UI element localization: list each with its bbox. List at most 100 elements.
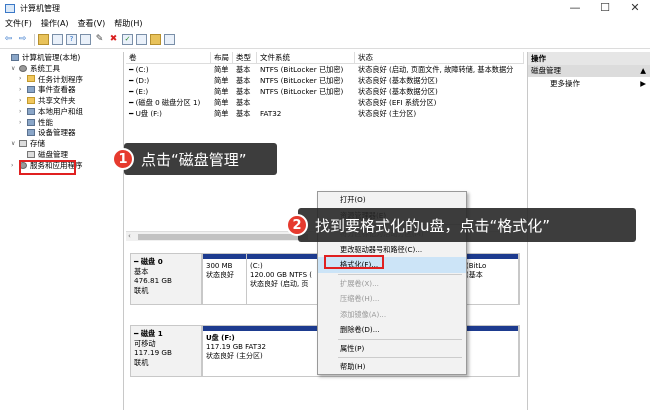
disk-size: 117.19 GB bbox=[134, 348, 172, 357]
menu-bar: 文件(F) 操作(A) 查看(V) 帮助(H) bbox=[0, 16, 650, 31]
disk-size: 476.81 GB bbox=[134, 276, 172, 285]
tree-item[interactable]: › 共享文件夹 bbox=[0, 95, 123, 106]
task-scheduler-icon bbox=[27, 75, 35, 83]
volume-cell: ━ (D:) bbox=[129, 76, 150, 85]
tree-item-label: 磁盘管理 bbox=[38, 150, 68, 160]
tree-item[interactable]: › 事件查看器 bbox=[0, 84, 123, 95]
partition-e[interactable]: (BitLo (基本 bbox=[463, 254, 519, 304]
partition-c[interactable]: (C:) 120.00 GB NTFS ( 状态良好 (启动, 页 bbox=[247, 254, 323, 304]
table-row[interactable]: ━ (E:) 简单 基本 NTFS (BitLocker 已加密) 状态良好 (基本数据… bbox=[126, 86, 524, 97]
filesystem-cell: NTFS (BitLocker 已加密) bbox=[260, 65, 344, 74]
expand-arrow-icon[interactable]: › bbox=[19, 86, 27, 93]
expand-arrow-icon[interactable]: ∨ bbox=[11, 140, 19, 147]
tree-item-label: 任务计划程序 bbox=[38, 74, 83, 84]
menu-separator bbox=[338, 357, 462, 358]
type-cell: 基本 bbox=[236, 76, 251, 85]
more-icon[interactable] bbox=[164, 34, 175, 45]
tree-item-label: 共享文件夹 bbox=[38, 96, 76, 106]
properties-icon[interactable] bbox=[52, 34, 63, 45]
tree-item[interactable]: › 本地用户和组 bbox=[0, 106, 123, 117]
layout-cell: 简单 bbox=[214, 65, 229, 74]
layout-cell: 简单 bbox=[214, 87, 229, 96]
menu-separator bbox=[338, 273, 462, 275]
scrollbar-thumb[interactable] bbox=[138, 234, 308, 240]
partition-efi[interactable]: 300 MB 状态良好 bbox=[203, 254, 247, 304]
context-menu-item[interactable]: 删除卷(D)... bbox=[318, 322, 466, 338]
menu-file[interactable]: 文件(F) bbox=[5, 18, 32, 29]
column-header-layout[interactable]: 布局 bbox=[211, 52, 233, 63]
context-menu-item: 添加镜像(A)... bbox=[340, 309, 387, 319]
actions-section-disk-management[interactable]: 磁盘管理 ▲ bbox=[528, 65, 650, 77]
table-row[interactable]: ━ (磁盘 0 磁盘分区 1) 简单 基本 状态良好 (EFI 系统分区) bbox=[126, 97, 524, 108]
tree-item[interactable]: › 性能 bbox=[0, 117, 123, 128]
up-folder-icon[interactable] bbox=[38, 34, 49, 45]
tree-item[interactable]: 计算机管理(本地) bbox=[0, 52, 123, 63]
expand-arrow-icon[interactable]: ∨ bbox=[11, 65, 19, 72]
tree-item[interactable]: › 任务计划程序 bbox=[0, 74, 123, 85]
forward-icon[interactable]: ⇨ bbox=[17, 34, 28, 45]
filesystem-cell: FAT32 bbox=[260, 109, 282, 118]
format-highlight bbox=[324, 255, 384, 269]
disk-type: 可移动 bbox=[134, 338, 156, 348]
more-actions-item[interactable]: 更多操作 ▶ bbox=[528, 77, 650, 90]
callout-text: 找到要格式化的u盘，点击“格式化” bbox=[315, 216, 551, 235]
expand-arrow-icon[interactable]: › bbox=[19, 108, 27, 115]
close-button[interactable]: ✕ bbox=[620, 0, 650, 15]
minimize-button[interactable]: — bbox=[560, 0, 590, 15]
menu-separator bbox=[338, 338, 462, 340]
context-menu-item: 压缩卷(H)... bbox=[340, 294, 380, 303]
context-menu-item[interactable]: 属性(P) bbox=[318, 341, 466, 357]
storage-icon bbox=[19, 140, 27, 148]
tree-item[interactable]: ∨ 系统工具 bbox=[0, 63, 123, 74]
menu-action[interactable]: 操作(A) bbox=[41, 18, 69, 29]
scroll-left-icon[interactable]: ‹ bbox=[128, 232, 131, 240]
table-row[interactable]: ━ U盘 (F:) 简单 基本 FAT32 状态良好 (主分区) bbox=[126, 108, 524, 119]
menu-help[interactable]: 帮助(H) bbox=[114, 18, 142, 29]
connect-icon[interactable] bbox=[80, 34, 91, 45]
column-header-type[interactable]: 类型 bbox=[233, 52, 257, 63]
column-header-status[interactable]: 状态 bbox=[355, 52, 524, 63]
expand-arrow-icon[interactable]: › bbox=[19, 119, 27, 126]
disk-label[interactable]: ━ 磁盘 1 可移动 117.19 GB 联机 bbox=[130, 325, 202, 377]
tree-item-label: 存储 bbox=[30, 139, 45, 149]
open-icon[interactable] bbox=[136, 34, 147, 45]
actions-section-label: 磁盘管理 bbox=[531, 66, 561, 75]
check-icon[interactable]: ✓ bbox=[122, 34, 133, 45]
submenu-arrow-icon: ▶ bbox=[640, 79, 646, 88]
status-cell: 状态良好 (启动, 页面文件, 故障转储, 基本数据分 bbox=[358, 65, 514, 74]
column-header-filesystem[interactable]: 文件系统 bbox=[257, 52, 355, 63]
expand-arrow-icon[interactable]: › bbox=[11, 162, 19, 169]
menu-view[interactable]: 查看(V) bbox=[78, 18, 106, 29]
status-cell: 状态良好 (基本数据分区) bbox=[358, 87, 438, 96]
context-menu-item[interactable]: 打开(O) bbox=[318, 192, 466, 208]
expand-arrow-icon[interactable]: › bbox=[19, 75, 27, 82]
partition-bar bbox=[203, 254, 246, 259]
delete-icon[interactable]: ✖ bbox=[108, 34, 119, 45]
help-icon[interactable]: ? bbox=[66, 34, 77, 45]
disk-type: 基本 bbox=[134, 266, 149, 276]
volume-cell: ━ (C:) bbox=[129, 65, 149, 74]
filesystem-cell: NTFS (BitLocker 已加密) bbox=[260, 76, 344, 85]
tree-item[interactable]: ∨ 存储 bbox=[0, 138, 123, 149]
partition-bar bbox=[247, 254, 322, 259]
step-number-badge: 1 bbox=[112, 148, 134, 170]
partition-label: (C:) bbox=[250, 262, 263, 270]
context-menu-item[interactable]: 帮助(H) bbox=[318, 359, 466, 375]
back-icon[interactable]: ⇦ bbox=[3, 34, 14, 45]
tree-item[interactable]: 磁盘管理 bbox=[0, 149, 123, 160]
collapse-icon[interactable]: ▲ bbox=[640, 65, 646, 77]
disk-status: 联机 bbox=[134, 357, 149, 367]
tools-icon bbox=[19, 64, 27, 72]
filesystem-cell bbox=[257, 97, 355, 108]
table-row[interactable]: ━ (C:) 简单 基本 NTFS (BitLocker 已加密) 状态良好 (启动, … bbox=[126, 64, 524, 75]
computer-icon bbox=[11, 53, 19, 61]
tree-item[interactable]: 设备管理器 bbox=[0, 128, 123, 139]
edit-icon[interactable]: ✎ bbox=[94, 34, 105, 45]
maximize-button[interactable]: ☐ bbox=[590, 0, 620, 15]
expand-arrow-icon[interactable]: › bbox=[19, 97, 27, 104]
column-header-volume[interactable]: 卷 bbox=[126, 52, 211, 63]
table-row[interactable]: ━ (D:) 简单 基本 NTFS (BitLocker 已加密) 状态良好 (基本数据… bbox=[126, 75, 524, 86]
rescan-icon[interactable] bbox=[150, 34, 161, 45]
disk-label[interactable]: ━ 磁盘 0 基本 476.81 GB 联机 bbox=[130, 253, 202, 305]
toolbar-divider bbox=[34, 33, 35, 46]
